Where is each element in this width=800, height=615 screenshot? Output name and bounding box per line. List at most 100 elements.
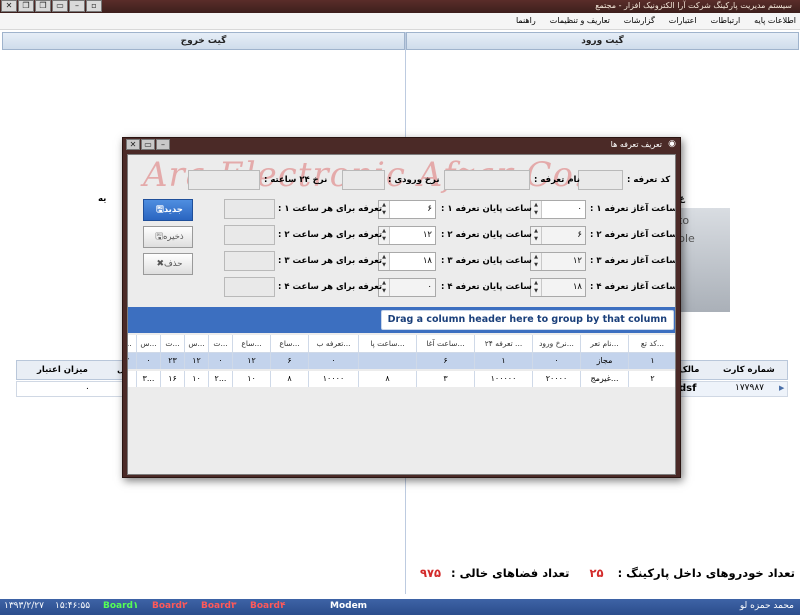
menu-communications[interactable]: ارتباطات — [711, 16, 741, 25]
credit-value: ۰ — [85, 384, 90, 394]
rate-2-input[interactable] — [224, 225, 275, 245]
column-header[interactable]: نرخ ورود... — [533, 335, 581, 353]
grid-cell[interactable]: غیرمج... — [581, 371, 629, 387]
rate-4-input[interactable] — [224, 277, 275, 297]
grid-cell[interactable]: ۲ — [629, 371, 675, 387]
grid-cell[interactable]: ۱۰۰۰۰۰ — [475, 371, 533, 387]
column-header[interactable]: تعرفه ب... — [309, 335, 359, 353]
column-header[interactable]: ت... — [128, 335, 137, 353]
rate24-input[interactable] — [188, 170, 260, 190]
grid-cell[interactable]: ۱ — [629, 353, 675, 369]
maximize-button[interactable]: ▭ — [52, 0, 68, 12]
card-number-header[interactable]: شماره کارت — [723, 365, 775, 375]
tariff-dialog: ✕ ▭ – تعریف تعرفه ها ◉ Ara Electronic Af… — [122, 137, 681, 478]
rate-1-input[interactable] — [224, 199, 275, 219]
grid-cell[interactable]: ۲... — [209, 371, 233, 387]
grid-cell[interactable]: ۱۰۰۰۰ — [309, 371, 359, 387]
restore-button-2[interactable]: ❐ — [35, 0, 51, 12]
grid-cell[interactable]: ۰ — [533, 353, 581, 369]
menu-bar: اطلاعات پایه ارتباطات اعتبارات گزارشات ت… — [0, 13, 800, 30]
entry-grid-row[interactable]: ۱۷۷۹۸۷ dsf ▶ — [678, 381, 788, 397]
dialog-close-button[interactable]: ✕ — [126, 139, 140, 150]
dialog-maximize-button[interactable]: ▭ — [141, 139, 155, 150]
column-header[interactable]: کد تع... — [629, 335, 675, 353]
menu-help[interactable]: راهنما — [516, 16, 536, 25]
menu-reports[interactable]: گزارشات — [624, 16, 655, 25]
column-header[interactable]: ت... — [161, 335, 185, 353]
grid-cell[interactable]: ۳... — [137, 371, 161, 387]
grid-cell[interactable]: ۱ — [475, 353, 533, 369]
grid-cell[interactable]: ۱۲ — [233, 353, 271, 369]
new-button-label: جدید — [163, 205, 183, 215]
name-input[interactable] — [444, 170, 530, 190]
grid-cell[interactable]: ۲۳ — [128, 353, 137, 369]
tariff-grid: ۱ ۲ مجاز غیرمج... ۰ ۲۰۰۰۰ ۱ ۱۰۰۰۰۰ ۶ ۳ ۸ ۰ ۱۰۰۰۰ ۶ ۸ ۱۲… — [128, 353, 675, 389]
exit-grid-row[interactable]: ۰ — [16, 381, 124, 397]
name-label: نام تعرفه : — [534, 175, 580, 185]
code-input[interactable] — [578, 170, 623, 190]
exit-gate-title: گیت خروج — [2, 32, 405, 50]
end-hour-2-spinner[interactable]: ▲ ▼ ۱۲ — [378, 226, 436, 245]
start-hour-1-spinner[interactable]: ▲ ▼ ۰ — [530, 200, 586, 219]
group-by-panel[interactable]: Drag a column header here to group by th… — [128, 307, 675, 333]
end-hour-1-spinner[interactable]: ▲ ▼ ۶ — [378, 200, 436, 219]
grid-cell[interactable]: ۳ — [417, 371, 475, 387]
column-header[interactable]: ساعت پا... — [359, 335, 417, 353]
rate-1-label: تعرفه برای هر ساعت ۱ : — [278, 204, 383, 214]
column-header[interactable]: ت... — [209, 335, 233, 353]
menu-settings[interactable]: تعاریف و تنظیمات — [550, 16, 610, 25]
grid-cell[interactable]: ۰ — [137, 353, 161, 369]
grid-cell[interactable]: ۱۲ — [185, 353, 209, 369]
column-header[interactable]: س... — [137, 335, 161, 353]
rate-3-input[interactable] — [224, 251, 275, 271]
column-header[interactable]: نام تعر... — [581, 335, 629, 353]
column-header[interactable]: تعرفه ۲۴ ... — [475, 335, 533, 353]
grid-cell[interactable]: ۲۳ — [161, 353, 185, 369]
end-hour-4-label: ساعت پایان تعرفه ۴ : — [441, 282, 532, 292]
start-hour-4-spinner[interactable]: ▲ ▼ ۱۸ — [530, 278, 586, 297]
end-hour-3-spinner[interactable]: ▲ ▼ ۱۸ — [378, 252, 436, 271]
menu-credits[interactable]: اعتبارات — [669, 16, 697, 25]
column-header[interactable]: ساع... — [271, 335, 309, 353]
dialog-minimize-button[interactable]: – — [156, 139, 170, 150]
grid-cell[interactable]: ۳ — [128, 371, 137, 387]
grid-cell[interactable]: ۸ — [271, 371, 309, 387]
close-button[interactable]: ✕ — [1, 0, 17, 12]
start-hour-2-spinner[interactable]: ▲ ▼ ۶ — [530, 226, 586, 245]
minimize-button[interactable]: – — [69, 0, 85, 12]
status-user: محمد حمزه لو — [739, 601, 794, 611]
save-button[interactable]: 🖫ذخیره — [143, 226, 193, 248]
column-header[interactable]: ساعت آغا... — [417, 335, 475, 353]
column-header[interactable]: س... — [185, 335, 209, 353]
grid-cell[interactable]: ۶ — [417, 353, 475, 369]
grid-cell[interactable]: مجاز — [581, 353, 629, 369]
board-2-status: Board۲ — [152, 601, 188, 611]
start-hour-3-spinner[interactable]: ▲ ▼ ۱۲ — [530, 252, 586, 271]
entry-rate-input[interactable] — [342, 170, 385, 190]
grid-cell[interactable]: ۱۰ — [233, 371, 271, 387]
grid-cell[interactable]: ۰ — [209, 353, 233, 369]
credit-column-header[interactable]: میزان اعتبار — [37, 365, 88, 375]
parking-counts: تعداد خودروهای داخل پارکینگ : ۲۵ تعداد ف… — [405, 566, 795, 586]
new-button[interactable]: 🖫جدید — [143, 199, 193, 221]
column-header[interactable]: ساع... — [233, 335, 271, 353]
end-hour-4-spinner[interactable]: ▲ ▼ ۰ — [378, 278, 436, 297]
delete-button[interactable]: ✖حذف — [143, 253, 193, 275]
grid-cell[interactable]: ۸ — [359, 371, 417, 387]
unknown-button[interactable]: ▫ — [86, 0, 102, 12]
grid-cell[interactable] — [359, 353, 417, 369]
delete-button-label: حذف — [164, 259, 183, 269]
grid-cell[interactable]: ۲۰۰۰۰ — [533, 371, 581, 387]
grid-cell[interactable]: ۶ — [271, 353, 309, 369]
group-by-hint: Drag a column header here to group by th… — [380, 310, 674, 330]
restore-button[interactable]: ❐ — [18, 0, 34, 12]
grid-cell[interactable]: ۱۶ — [161, 371, 185, 387]
grid-cell[interactable]: ۰ — [309, 353, 359, 369]
end-hour-1-label: ساعت پایان تعرفه ۱ : — [441, 204, 532, 214]
row-indicator-icon: ▶ — [779, 384, 785, 392]
menu-base-info[interactable]: اطلاعات پایه — [754, 16, 796, 25]
owner-header[interactable]: مالک — [679, 365, 699, 375]
partial-text: یه — [98, 194, 107, 204]
start-hour-2-label: ساعت آغاز تعرفه ۲ : — [590, 230, 676, 240]
grid-cell[interactable]: ۱۰ — [185, 371, 209, 387]
